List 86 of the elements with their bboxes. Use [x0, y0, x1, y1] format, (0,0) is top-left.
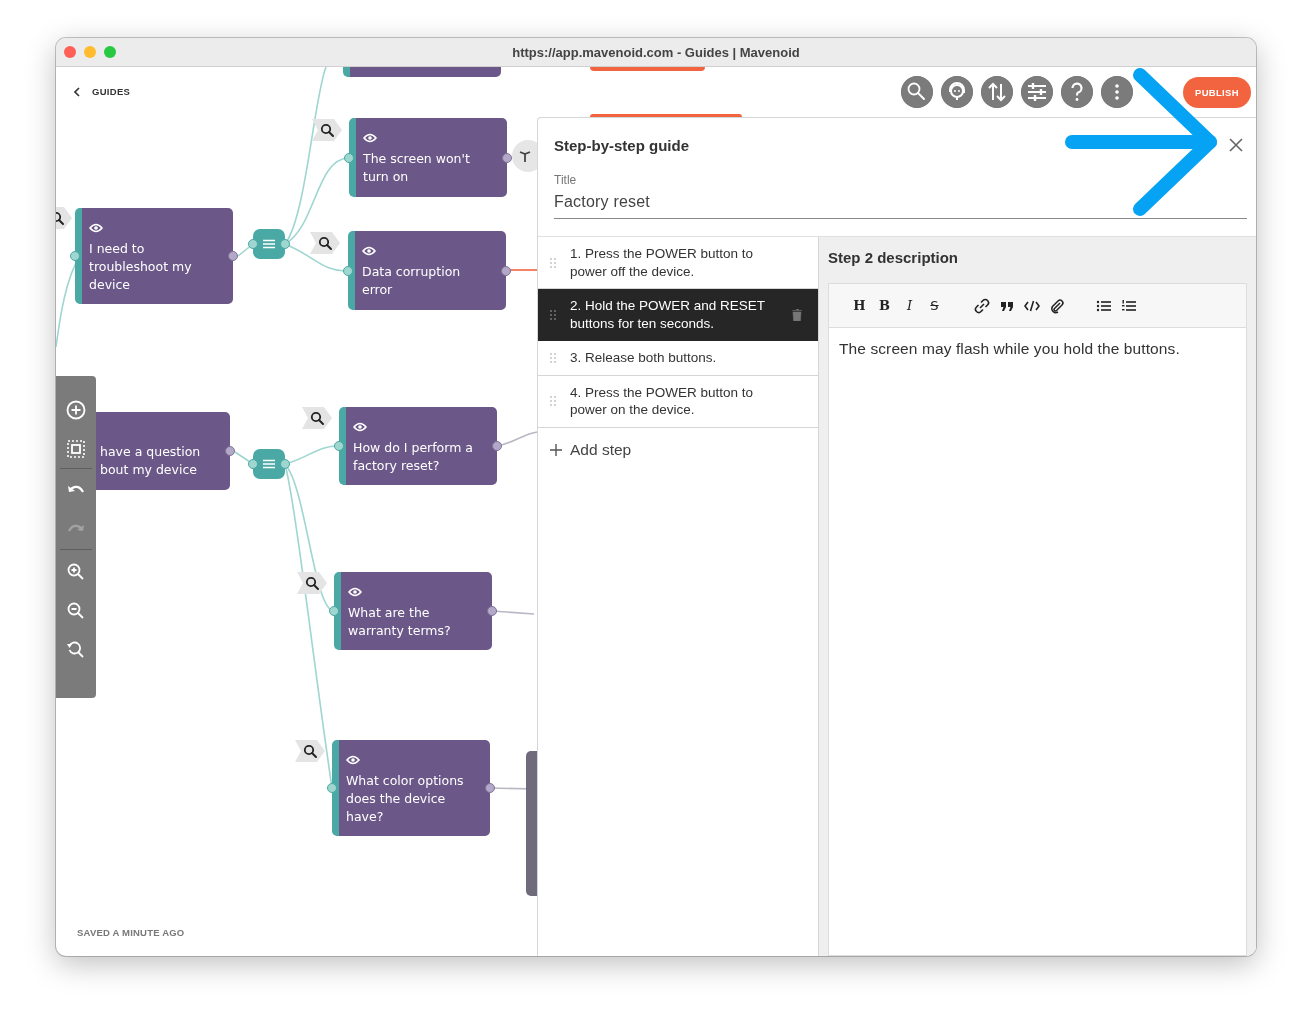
- add-step-button[interactable]: Add step: [538, 427, 818, 472]
- connector-port[interactable]: [344, 152, 354, 163]
- search-tag-icon: [312, 119, 344, 141]
- add-circle-icon[interactable]: [66, 399, 86, 420]
- flow-node[interactable]: The screen won't turn on: [349, 118, 507, 197]
- bold-button[interactable]: B: [872, 295, 897, 316]
- numbered-list-icon[interactable]: [1120, 297, 1137, 314]
- search-tag-icon: [302, 407, 334, 429]
- eye-icon: [348, 587, 362, 597]
- headset-icon[interactable]: [941, 76, 973, 108]
- paperclip-icon[interactable]: [1048, 297, 1065, 314]
- connector-port[interactable]: [70, 251, 80, 261]
- connector-port[interactable]: [327, 783, 337, 793]
- connector-port[interactable]: [225, 446, 235, 456]
- close-window-button[interactable]: [64, 46, 76, 58]
- back-button[interactable]: [74, 86, 80, 97]
- drag-handle-icon: [550, 257, 556, 268]
- flow-node[interactable]: What color options does the device have?: [332, 740, 490, 836]
- eye-icon: [363, 133, 377, 143]
- save-status: SAVED A MINUTE AGO: [77, 927, 185, 938]
- title-field[interactable]: Factory reset: [554, 187, 1247, 219]
- connector-port[interactable]: [492, 441, 502, 451]
- flow-node[interactable]: What are the warranty terms?: [334, 572, 492, 650]
- close-icon: [1229, 138, 1243, 152]
- node-label: What color options does the device have?: [346, 772, 465, 826]
- zoom-reset-icon[interactable]: [66, 639, 86, 660]
- step-item[interactable]: 2. Hold the POWER and RESET buttons for ten seconds.: [538, 289, 818, 341]
- branch-node[interactable]: [253, 449, 285, 479]
- list-icon: [263, 239, 275, 249]
- step-item[interactable]: 3. Release both buttons.: [538, 341, 818, 376]
- connector-port[interactable]: [487, 606, 497, 616]
- list-icon: [263, 459, 275, 469]
- flow-node[interactable]: How do I perform a factory reset?: [339, 407, 497, 485]
- drag-handle-icon: [550, 309, 556, 320]
- search-icon[interactable]: [901, 76, 933, 108]
- node-label: The screen won't turn on: [363, 150, 471, 186]
- plus-icon: [550, 443, 562, 456]
- search-tag-icon: [310, 232, 342, 254]
- window-title: https://app.mavenoid.com - Guides | Mavenoid: [512, 44, 800, 60]
- panel-title: Step-by-step guide: [554, 136, 689, 154]
- eye-icon: [353, 422, 367, 432]
- branch-icon: [512, 140, 538, 172]
- rich-text-editor[interactable]: H B I S The screen may flash while you hold the buttons.: [828, 283, 1247, 956]
- node-label: have a question bout my device: [100, 443, 202, 479]
- help-icon[interactable]: [1061, 76, 1093, 108]
- more-icon[interactable]: [1101, 76, 1133, 108]
- trash-icon: [792, 308, 802, 321]
- node-label: Data corruption error: [362, 263, 462, 299]
- editor-text: The screen may flash while you hold the buttons.: [838, 339, 1181, 359]
- back-link[interactable]: GUIDES: [92, 86, 131, 97]
- connector-port[interactable]: [329, 606, 339, 616]
- link-icon[interactable]: [973, 297, 990, 314]
- node-label: What are the warranty terms?: [348, 604, 452, 640]
- flow-node[interactable]: Data corruption error: [348, 231, 506, 310]
- connector-port[interactable]: [501, 265, 511, 276]
- sliders-icon[interactable]: [1021, 76, 1053, 108]
- field-label: Title: [554, 173, 578, 187]
- branch-node[interactable]: [253, 229, 285, 259]
- heading-button[interactable]: H: [847, 295, 872, 316]
- connector-port[interactable]: [280, 239, 290, 249]
- flow-node[interactable]: have a question bout my device: [96, 412, 230, 490]
- connector-port[interactable]: [502, 152, 512, 163]
- step-item[interactable]: 4. Press the POWER button to power on the device.: [538, 375, 818, 428]
- connector-port[interactable]: [280, 459, 290, 469]
- zoom-out-icon[interactable]: [66, 600, 86, 621]
- description-heading: Step 2 description: [828, 249, 960, 266]
- connector-port[interactable]: [334, 441, 344, 451]
- node-label: I need to troubleshoot my device: [89, 240, 193, 294]
- node-label: How do I perform a factory reset?: [353, 439, 474, 475]
- sort-arrows-icon[interactable]: [981, 76, 1013, 108]
- eye-icon: [89, 223, 103, 233]
- zoom-in-icon[interactable]: [66, 561, 86, 582]
- connector-port[interactable]: [343, 265, 353, 276]
- drag-handle-icon: [550, 396, 556, 406]
- search-tag-icon: [297, 572, 329, 594]
- search-tag-icon: [295, 740, 327, 762]
- strikethrough-button[interactable]: S: [922, 295, 947, 316]
- eye-icon: [346, 755, 360, 765]
- select-box-icon[interactable]: [66, 438, 86, 459]
- eye-icon: [362, 246, 376, 256]
- flow-node[interactable]: I need to troubleshoot my device: [75, 208, 233, 304]
- connector-port[interactable]: [485, 783, 495, 793]
- connector-port[interactable]: [248, 459, 258, 469]
- drag-handle-icon: [550, 352, 556, 363]
- chevron-left-icon: [74, 86, 80, 97]
- italic-button[interactable]: I: [897, 295, 922, 316]
